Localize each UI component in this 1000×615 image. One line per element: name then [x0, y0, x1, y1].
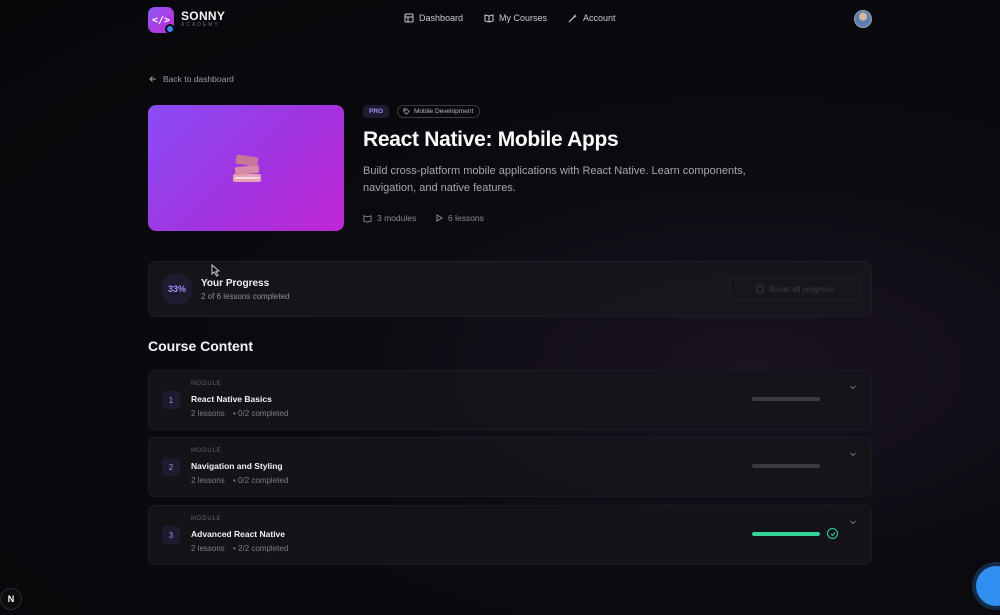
module-lessons: 2 lessons [191, 409, 225, 418]
progress-title: Your Progress [201, 278, 270, 289]
module-kicker: MODULE [191, 448, 222, 454]
chevron-down-icon[interactable] [849, 518, 857, 526]
nav-dashboard[interactable]: Dashboard [404, 13, 463, 23]
play-icon [436, 214, 443, 222]
chevron-down-icon[interactable] [849, 450, 857, 458]
course-description: Build cross-platform mobile applications… [363, 165, 746, 194]
module-progress-fill [752, 532, 820, 536]
user-avatar[interactable] [854, 10, 872, 28]
module-completed: • 0/2 completed [233, 476, 289, 485]
modules-count-label: 3 modules [377, 213, 417, 223]
top-nav: </> SONNY ACADEMY Dashboard My Courses A… [0, 0, 1000, 40]
nav-dashboard-label: Dashboard [419, 13, 464, 23]
course-title: React Native: Mobile Apps [363, 128, 619, 151]
module-title: React Native Basics [191, 394, 272, 404]
back-to-dashboard-link[interactable]: Back to dashboard [149, 74, 234, 84]
progress-card: 33% Your Progress 2 of 6 lessons complet… [148, 261, 872, 317]
books-icon [233, 154, 261, 182]
dev-tools-badge[interactable]: N [0, 588, 22, 610]
module-card[interactable]: 1 MODULE React Native Basics 2 lessons •… [148, 370, 872, 430]
module-completed: • 2/2 completed [233, 544, 289, 553]
module-number: 1 [162, 391, 180, 409]
nav-my-courses-label: My Courses [499, 13, 548, 23]
module-progress-bar [752, 397, 820, 401]
brand-subtitle: ACADEMY [181, 22, 220, 28]
reset-icon [756, 285, 764, 293]
book-icon [363, 214, 372, 223]
module-kicker: MODULE [191, 516, 222, 522]
modules-count: 3 modules [363, 213, 416, 223]
nav-account[interactable]: Account [568, 13, 616, 23]
progress-subtitle: 2 of 6 lessons completed [201, 292, 290, 301]
course-thumbnail [148, 105, 344, 231]
module-progress-bar [752, 464, 820, 468]
progress-percent: 33% [161, 273, 193, 305]
module-title: Advanced React Native [191, 529, 286, 539]
chevron-down-icon[interactable] [849, 383, 857, 391]
nav-account-label: Account [583, 13, 616, 23]
module-title: Navigation and Styling [191, 461, 283, 471]
mouse-cursor-icon [211, 264, 220, 277]
lessons-count-label: 6 lessons [448, 213, 484, 223]
module-kicker: MODULE [191, 381, 222, 387]
reset-progress-label: Reset all progress [769, 284, 834, 294]
module-lessons: 2 lessons [191, 544, 225, 553]
pro-badge: PRO [363, 105, 390, 118]
logo-status-dot [165, 24, 175, 34]
brand-name[interactable]: SONNY [181, 9, 225, 23]
nav-my-courses[interactable]: My Courses [484, 13, 547, 23]
magic-wand-icon [568, 14, 577, 23]
category-label: Mobile Development [414, 108, 474, 115]
back-label: Back to dashboard [163, 74, 234, 84]
chat-widget-button[interactable] [976, 566, 1000, 606]
arrow-left-icon [149, 76, 156, 82]
module-lessons: 2 lessons [191, 476, 225, 485]
book-open-icon [484, 14, 494, 23]
module-card[interactable]: 2 MODULE Navigation and Styling 2 lesson… [148, 437, 872, 497]
module-completed: • 0/2 completed [233, 409, 289, 418]
dashboard-icon [404, 13, 414, 23]
module-number: 2 [162, 458, 180, 476]
reset-progress-button[interactable]: Reset all progress [729, 278, 861, 300]
lessons-count: 6 lessons [435, 213, 484, 223]
check-circle-icon [827, 528, 838, 539]
category-tag: Mobile Development [397, 105, 481, 118]
module-number: 3 [162, 526, 180, 544]
tag-icon [403, 108, 410, 115]
course-content-heading: Course Content [148, 338, 253, 354]
module-card[interactable]: 3 MODULE Advanced React Native 2 lessons… [148, 505, 872, 565]
module-progress-bar [752, 532, 820, 536]
